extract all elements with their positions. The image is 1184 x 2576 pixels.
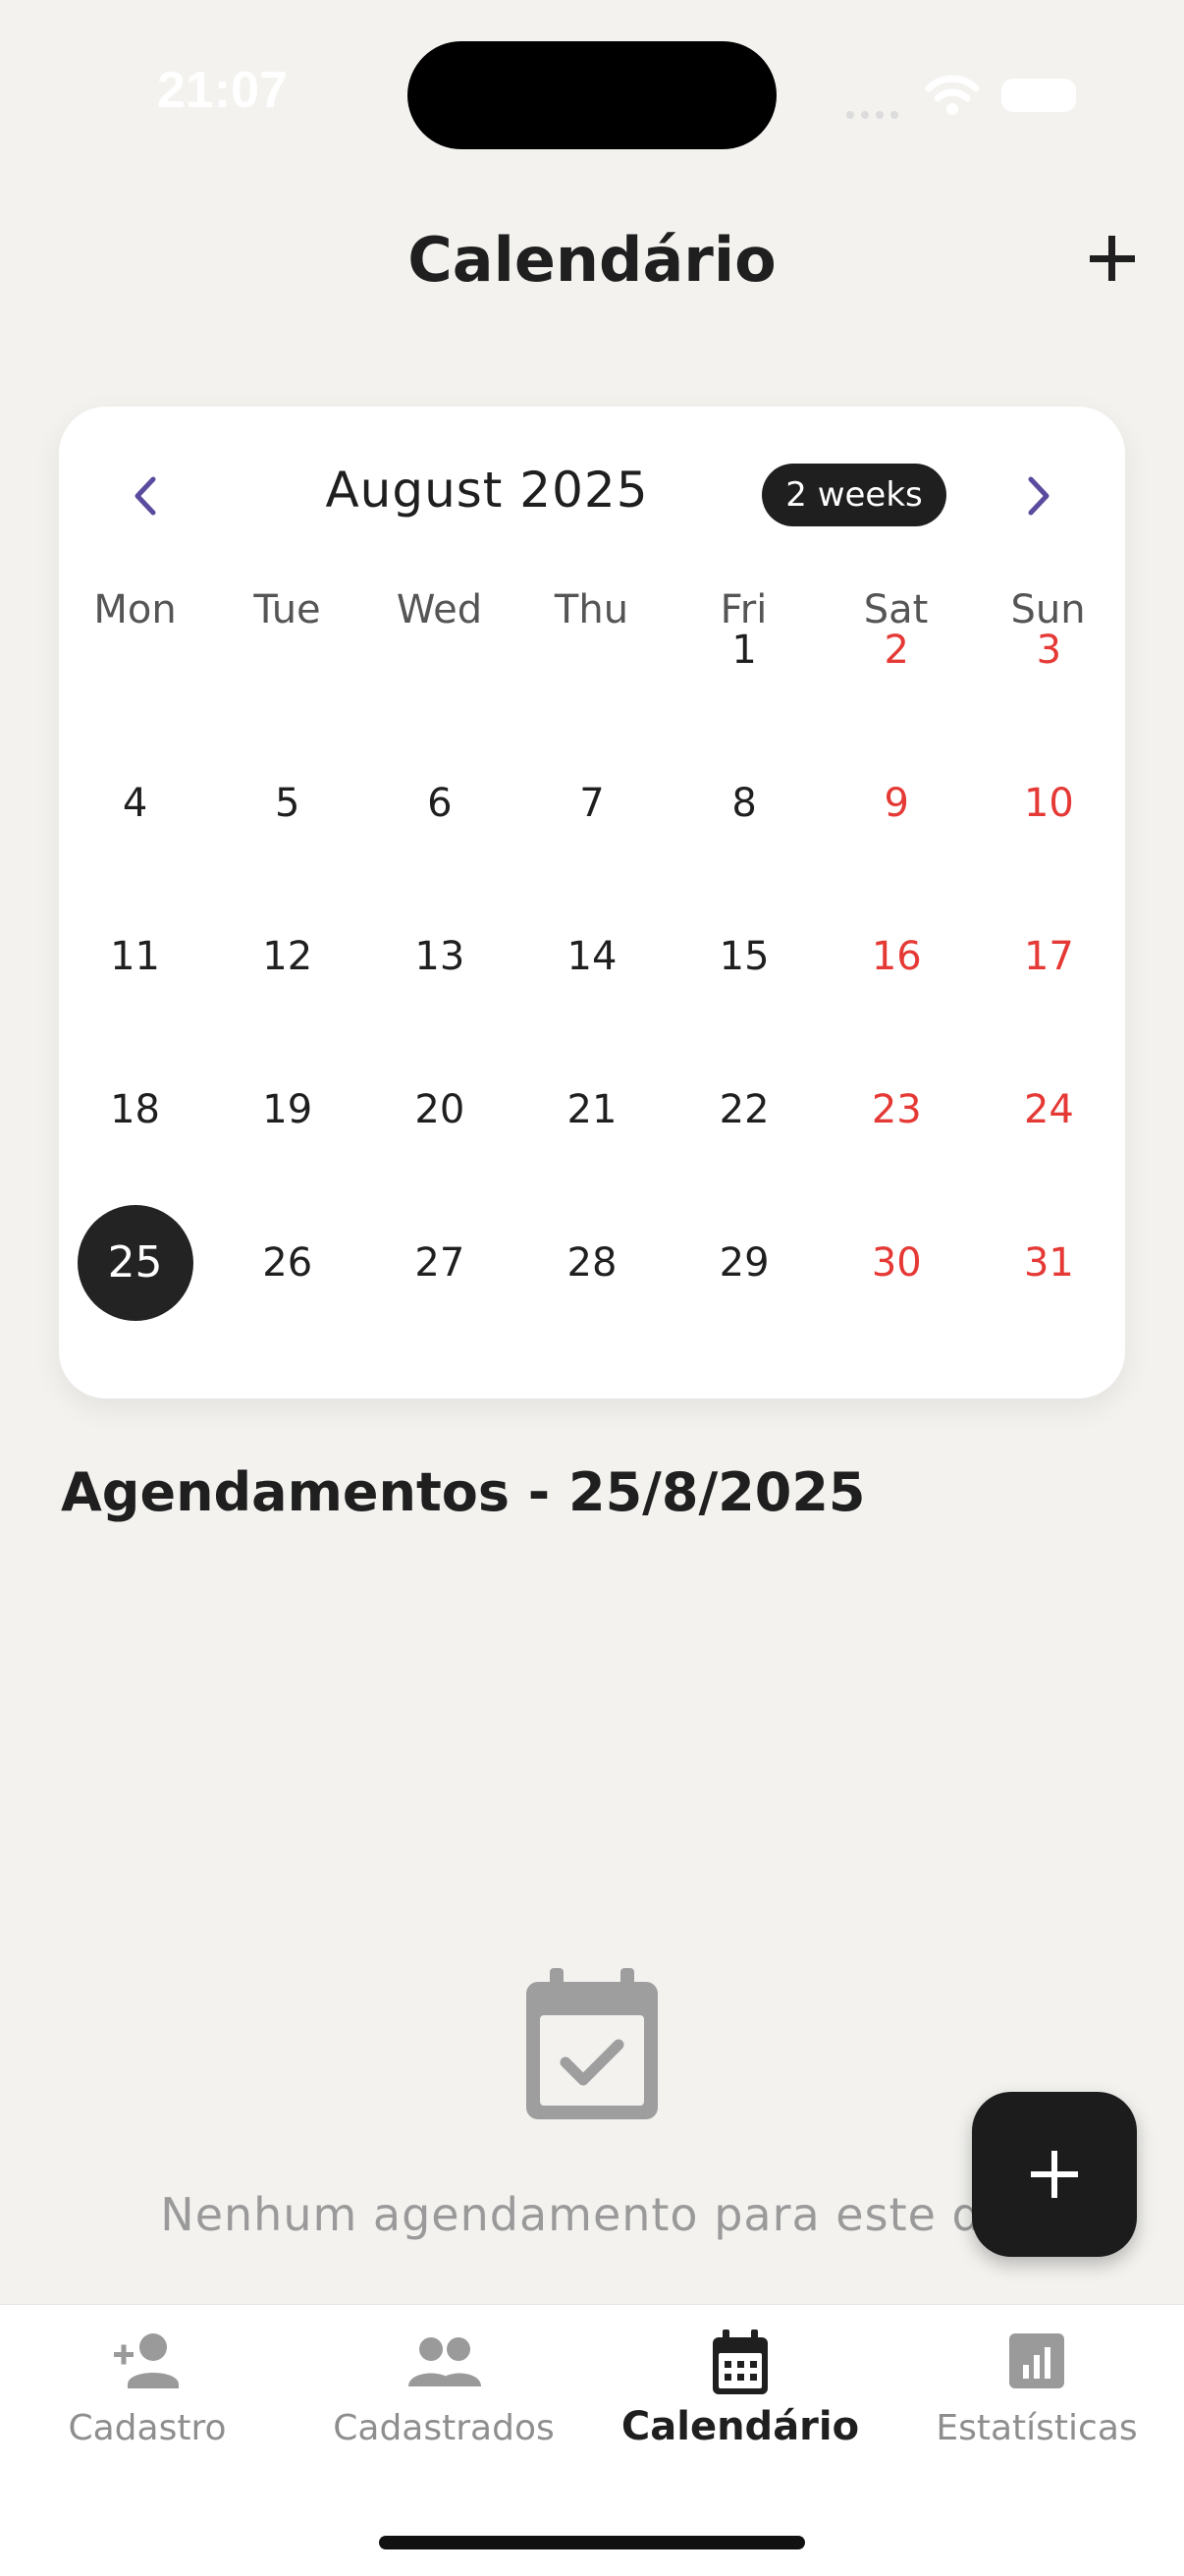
calendar-day[interactable]: 19 xyxy=(230,1052,346,1168)
calendar-month-label: August 2025 xyxy=(325,462,649,519)
next-month-button[interactable] xyxy=(1007,462,1066,530)
weekday-label: Mon xyxy=(93,587,177,632)
calendar-day[interactable]: 31 xyxy=(991,1205,1106,1321)
weekday-label: Thu xyxy=(554,587,629,632)
calendar-month-icon xyxy=(713,2329,768,2394)
calendar-check-icon xyxy=(522,1966,662,2123)
calendar-day[interactable]: 22 xyxy=(686,1052,802,1168)
battery-icon xyxy=(1001,79,1076,112)
calendar-day[interactable]: 21 xyxy=(534,1052,650,1168)
calendar-day[interactable]: 23 xyxy=(838,1052,954,1168)
calendar-day[interactable]: 29 xyxy=(686,1205,802,1321)
status-time: 21:07 xyxy=(157,62,288,119)
dynamic-island xyxy=(407,41,777,149)
nav-label: Estatísticas xyxy=(936,2408,1138,2448)
add-appointment-fab[interactable] xyxy=(972,2092,1137,2257)
calendar-day[interactable]: 11 xyxy=(78,899,193,1014)
calendar-day[interactable]: 28 xyxy=(534,1205,650,1321)
nav-item-calendario[interactable]: Calendário xyxy=(593,2326,888,2449)
calendar-day[interactable]: 14 xyxy=(534,899,650,1014)
home-indicator xyxy=(379,2536,805,2549)
calendar-day[interactable]: 9 xyxy=(838,745,954,861)
calendar-day[interactable]: 6 xyxy=(382,745,498,861)
calendar-day[interactable]: 24 xyxy=(991,1052,1106,1168)
calendar-day[interactable]: 18 xyxy=(78,1052,193,1168)
nav-item-cadastrados[interactable]: Cadastrados xyxy=(296,2326,591,2448)
calendar-day[interactable]: 27 xyxy=(382,1205,498,1321)
people-icon xyxy=(408,2337,481,2386)
person-add-icon xyxy=(114,2333,179,2388)
nav-item-estatisticas[interactable]: Estatísticas xyxy=(889,2326,1184,2448)
calendar-day[interactable]: 12 xyxy=(230,899,346,1014)
nav-label: Calendário xyxy=(620,2404,860,2449)
header-add-button[interactable] xyxy=(1080,226,1145,291)
calendar-day[interactable]: 3 xyxy=(991,592,1106,708)
plus-icon xyxy=(1031,2151,1078,2198)
previous-month-button[interactable] xyxy=(118,462,177,530)
cellular-signal-icon xyxy=(846,104,905,123)
wifi-icon xyxy=(925,73,980,120)
calendar-day[interactable]: 15 xyxy=(686,899,802,1014)
weekday-label: Wed xyxy=(396,587,483,632)
calendar-format-button[interactable]: 2 weeks xyxy=(762,464,946,526)
calendar-day[interactable]: 4 xyxy=(78,745,193,861)
calendar-day[interactable]: 8 xyxy=(686,745,802,861)
chevron-right-icon xyxy=(1028,476,1049,516)
calendar-day[interactable]: 17 xyxy=(991,899,1106,1014)
calendar-day[interactable]: 30 xyxy=(838,1205,954,1321)
calendar-day[interactable]: 2 xyxy=(838,592,954,708)
page-title: Calendário xyxy=(407,224,777,296)
calendar-day[interactable]: 10 xyxy=(991,745,1106,861)
calendar-day[interactable]: 20 xyxy=(382,1052,498,1168)
calendar-day[interactable]: 26 xyxy=(230,1205,346,1321)
calendar-day[interactable]: 13 xyxy=(382,899,498,1014)
nav-label: Cadastrados xyxy=(333,2408,555,2448)
bar-chart-icon xyxy=(1009,2333,1064,2388)
weekday-label: Tue xyxy=(253,587,321,632)
nav-label: Cadastro xyxy=(68,2408,227,2448)
chevron-left-icon xyxy=(135,476,156,516)
appointments-title: Agendamentos - 25/8/2025 xyxy=(61,1461,866,1523)
plus-icon xyxy=(1090,236,1135,281)
nav-item-cadastro[interactable]: Cadastro xyxy=(0,2326,295,2448)
calendar-day-selected[interactable]: 25 xyxy=(77,1205,193,1321)
calendar-day[interactable]: 7 xyxy=(534,745,650,861)
calendar-day[interactable]: 1 xyxy=(686,592,802,708)
calendar-day[interactable]: 16 xyxy=(838,899,954,1014)
calendar-day[interactable]: 5 xyxy=(230,745,346,861)
